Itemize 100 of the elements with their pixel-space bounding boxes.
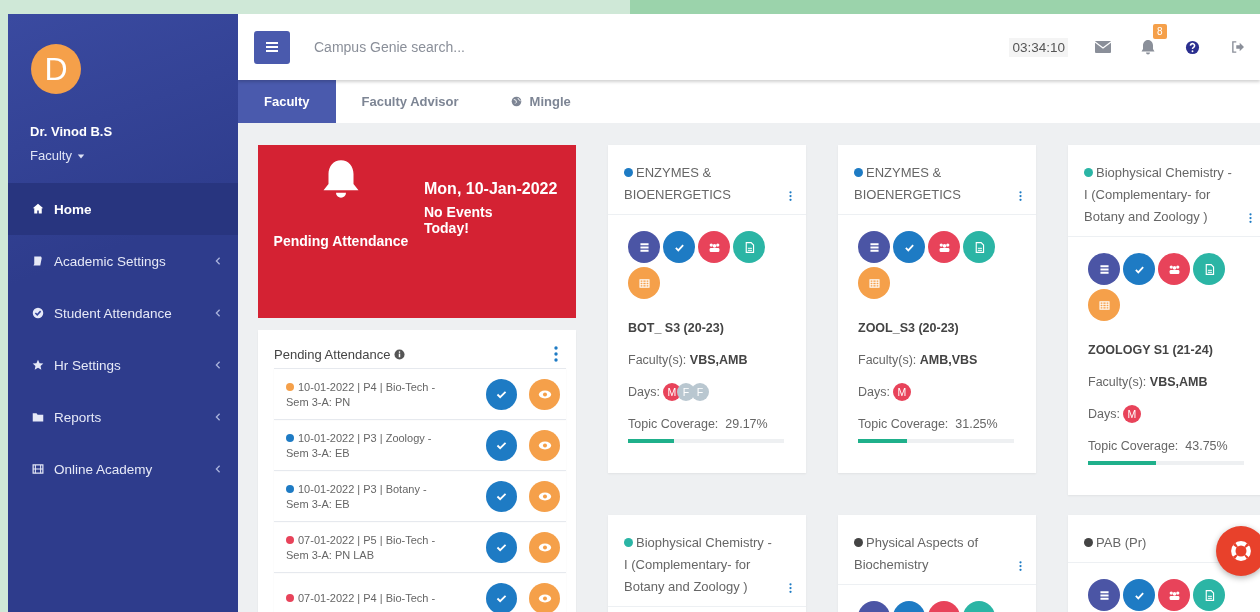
kebab-icon <box>554 346 558 362</box>
mark-attendance-button[interactable] <box>486 480 517 512</box>
faculty-line: Faculty(s): AMB,VBS <box>858 353 979 367</box>
search-field[interactable]: Campus Genie search... <box>312 38 988 56</box>
reminder-title: Pending Attendance <box>273 233 409 249</box>
eye-icon <box>537 541 552 553</box>
clock-time: 03:34:10 <box>1009 37 1068 57</box>
group-button[interactable] <box>1158 579 1190 611</box>
folder-icon <box>32 411 44 423</box>
eye-icon <box>537 490 552 502</box>
list-button[interactable] <box>1088 253 1120 285</box>
eye-icon <box>537 388 552 400</box>
check-icon <box>496 389 507 399</box>
book-icon <box>32 255 44 267</box>
document-button[interactable] <box>963 231 995 263</box>
notification-badge: 8 <box>1153 24 1167 39</box>
days-label: Days: <box>1088 407 1120 421</box>
events-message: No Events Today! <box>424 204 494 236</box>
table-icon <box>1097 298 1111 312</box>
batch-name: BOT_ S3 (20-23) <box>628 321 725 335</box>
list-button[interactable] <box>628 231 660 263</box>
list-icon <box>637 240 651 254</box>
globe-icon <box>510 96 522 107</box>
mark-attendance-button[interactable] <box>486 378 517 410</box>
table-icon <box>867 276 881 290</box>
document-button[interactable] <box>1193 579 1225 611</box>
tab[interactable]: Faculty <box>238 80 336 123</box>
check-icon <box>496 542 507 552</box>
attendance-entry: Sem 3-A: PN <box>286 395 352 408</box>
menu-icon <box>266 42 278 52</box>
list-button[interactable] <box>858 231 890 263</box>
attendance-entry: Sem 3-A: EB <box>286 446 351 459</box>
help-icon <box>1185 39 1200 55</box>
list-button[interactable] <box>1088 579 1120 611</box>
check-icon <box>496 440 507 450</box>
topic-coverage: Topic Coverage: 29.17% <box>628 417 769 431</box>
more-options-button[interactable] <box>554 346 558 362</box>
attendance-entry: Sem 3-A: EB <box>286 497 351 510</box>
kebab-icon <box>789 582 792 594</box>
list-icon <box>1097 262 1111 276</box>
panel-title: Pending Attendance <box>274 346 391 362</box>
attendance-entry: 10-01-2022 | P3 | Zoology - <box>298 431 432 444</box>
document-button[interactable] <box>1193 253 1225 285</box>
kebab-icon <box>1249 212 1252 224</box>
group-button[interactable] <box>928 231 960 263</box>
course-title: Biophysical Chemistry - I (Complementary- for Botany and Zoology ) <box>624 535 772 594</box>
kebab-icon <box>1019 190 1022 202</box>
day-chip: M <box>892 383 911 401</box>
faculty-line: Faculty(s): VBS,AMB <box>628 353 749 367</box>
attendance-entry: 07-01-2022 | P4 | Bio-Tech - <box>298 592 436 604</box>
role-dropdown[interactable]: Faculty <box>30 148 85 163</box>
course-title: ENZYMES & BIOENERGETICS <box>854 165 961 202</box>
course-title: PAB (Pr) <box>1096 535 1147 550</box>
sidebar-item[interactable]: Academic Settings <box>8 235 238 287</box>
home-icon <box>32 203 44 215</box>
list-icon <box>867 240 881 254</box>
sidebar-item[interactable]: Hr Settings <box>8 339 238 391</box>
group-button[interactable] <box>1158 253 1190 285</box>
group-button[interactable] <box>698 231 730 263</box>
check-icon <box>496 491 507 501</box>
mail-icon <box>1094 41 1111 53</box>
day-chip: M <box>1122 405 1141 423</box>
mark-attendance-button[interactable] <box>486 582 517 612</box>
topic-coverage: Topic Coverage: 43.75% <box>1088 439 1229 453</box>
kebab-icon <box>1019 560 1022 572</box>
lifebuoy-icon <box>1230 540 1252 562</box>
mark-attendance-button[interactable] <box>486 531 517 563</box>
sign-out-icon <box>1230 41 1245 53</box>
course-title: Physical Aspects of Biochemistry <box>854 535 978 572</box>
list-icon <box>1097 588 1111 602</box>
document-button[interactable] <box>733 231 765 263</box>
sidebar-item[interactable]: Home <box>8 183 238 235</box>
check-button[interactable] <box>663 231 695 263</box>
menu-button[interactable] <box>254 30 290 64</box>
check-button[interactable] <box>893 231 925 263</box>
reminder-date: Mon, 10-Jan-2022 <box>424 180 558 198</box>
bell-icon <box>321 159 361 199</box>
sidebar-item[interactable]: Online Academy <box>8 443 238 495</box>
attendance-entry: 10-01-2022 | P3 | Botany - <box>298 482 427 495</box>
batch-name: ZOOLOGY S1 (21-24) <box>1088 343 1214 357</box>
day-chip: F <box>690 383 709 401</box>
check-button[interactable] <box>1123 579 1155 611</box>
attendance-entry: 10-01-2022 | P4 | Bio-Tech - <box>298 380 436 393</box>
days-label: Days: <box>858 385 890 399</box>
mark-attendance-button[interactable] <box>486 429 517 461</box>
days-label: Days: <box>628 385 660 399</box>
film-icon <box>32 463 44 475</box>
user-name: Dr. Vinod B.S <box>30 124 113 139</box>
star-icon <box>32 359 44 371</box>
sidebar-item[interactable]: Reports <box>8 391 238 443</box>
check-circle-icon <box>32 307 44 319</box>
eye-icon <box>537 439 552 451</box>
eye-icon <box>537 592 552 604</box>
caret-icon <box>76 151 85 160</box>
bell-icon <box>1139 39 1156 55</box>
check-button[interactable] <box>1123 253 1155 285</box>
attendance-entry: 07-01-2022 | P5 | Bio-Tech - <box>298 533 436 546</box>
batch-name: ZOOL_S3 (20-23) <box>858 321 960 335</box>
check-icon <box>496 593 507 603</box>
sidebar-item[interactable]: Student Attendance <box>8 287 238 339</box>
